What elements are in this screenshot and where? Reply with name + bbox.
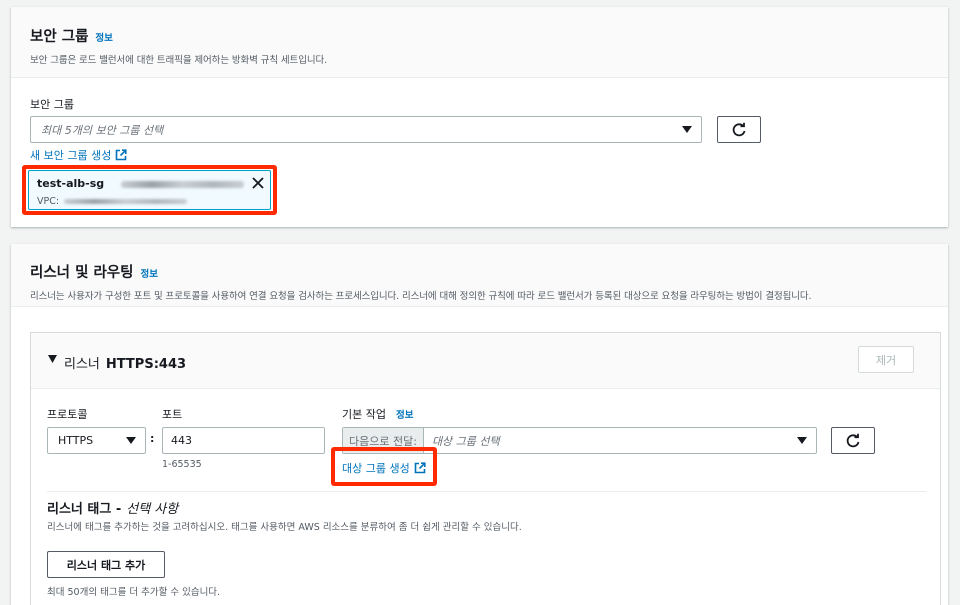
protocol-select[interactable]: HTTPS xyxy=(47,427,146,454)
add-listener-tag-button[interactable]: 리스너 태그 추가 xyxy=(47,551,165,578)
caret-down-icon xyxy=(682,126,692,133)
protocol-label: 프로토콜 xyxy=(47,408,88,421)
default-action-label-row: 기본 작업 정보 xyxy=(342,406,413,422)
listeners-info-link[interactable]: 정보 xyxy=(140,266,157,280)
listener-header: 리스너 HTTPS:443 제거 xyxy=(31,333,940,389)
protocol-port-separator: : xyxy=(150,432,155,445)
default-action-label: 기본 작업 xyxy=(342,408,386,421)
remove-listener-button[interactable]: 제거 xyxy=(858,346,914,373)
target-group-placeholder: 대상 그룹 선택 xyxy=(431,434,500,448)
security-group-select-placeholder: 최대 5개의 보안 그룹 선택 xyxy=(41,123,164,137)
security-group-panel: 보안 그룹 정보 보안 그룹은 로드 밸런서에 대한 트래픽을 제어하는 방화벽… xyxy=(11,7,948,227)
caret-down-icon[interactable] xyxy=(48,355,57,363)
listener-tags-heading: 리스너 태그 - 선택 사항 xyxy=(47,498,178,517)
listener-tags-title: 리스너 태그 - xyxy=(47,502,122,517)
listeners-title: 리스너 및 라우팅 xyxy=(30,265,134,281)
listener-label: 리스너 HTTPS:443 xyxy=(64,353,186,372)
listener-container: 리스너 HTTPS:443 제거 프로토콜 HTTPS : 포트 443 1-6… xyxy=(30,332,941,605)
listener-label-name: HTTPS:443 xyxy=(105,357,187,372)
create-security-group-label: 새 보안 그룹 생성 xyxy=(30,149,112,162)
listener-tags-description: 리스너에 태그를 추가하는 것을 고려하십시오. 태그를 사용하면 AWS 리소… xyxy=(47,522,522,533)
create-security-group-link[interactable]: 새 보안 그룹 생성 xyxy=(30,147,127,163)
listener-label-prefix: 리스너 xyxy=(64,357,100,372)
security-group-description: 보안 그룹은 로드 밸런서에 대한 트래픽을 제어하는 방화벽 규칙 세트입니다… xyxy=(30,55,328,66)
port-input[interactable]: 443 xyxy=(162,427,325,454)
security-group-select[interactable]: 최대 5개의 보안 그룹 선택 xyxy=(30,116,702,143)
listeners-panel: 리스너 및 라우팅 정보 리스너는 사용자가 구성한 포트 및 프로토콜을 사용… xyxy=(11,244,948,605)
security-group-title: 보안 그룹 xyxy=(30,29,89,45)
listeners-header: 리스너 및 라우팅 정보 리스너는 사용자가 구성한 포트 및 프로토콜을 사용… xyxy=(11,244,948,307)
port-hint: 1-65535 xyxy=(162,459,202,470)
caret-down-icon xyxy=(797,437,807,444)
security-group-refresh-button[interactable] xyxy=(717,116,761,143)
security-group-field-label: 보안 그룹 xyxy=(30,98,74,111)
refresh-icon xyxy=(846,433,860,447)
highlight-box xyxy=(331,447,437,486)
default-action-info-link[interactable]: 정보 xyxy=(396,407,413,421)
port-input-value: 443 xyxy=(171,434,192,447)
divider xyxy=(47,491,926,492)
target-group-refresh-button[interactable] xyxy=(831,427,875,454)
caret-down-icon xyxy=(126,437,136,444)
security-group-info-link[interactable]: 정보 xyxy=(95,30,112,44)
refresh-icon xyxy=(732,122,746,136)
security-group-header: 보안 그룹 정보 보안 그룹은 로드 밸런서에 대한 트래픽을 제어하는 방화벽… xyxy=(11,7,948,78)
port-label: 포트 xyxy=(162,408,183,421)
listeners-description: 리스너는 사용자가 구성한 포트 및 프로토콜을 사용하여 연결 요청을 검사하… xyxy=(30,291,812,302)
highlight-box xyxy=(22,165,277,215)
external-link-icon xyxy=(116,149,127,161)
protocol-select-value: HTTPS xyxy=(58,434,94,447)
listener-tags-optional: 선택 사항 xyxy=(126,502,179,517)
listener-tags-limit: 최대 50개의 태그를 더 추가할 수 있습니다. xyxy=(47,587,221,598)
